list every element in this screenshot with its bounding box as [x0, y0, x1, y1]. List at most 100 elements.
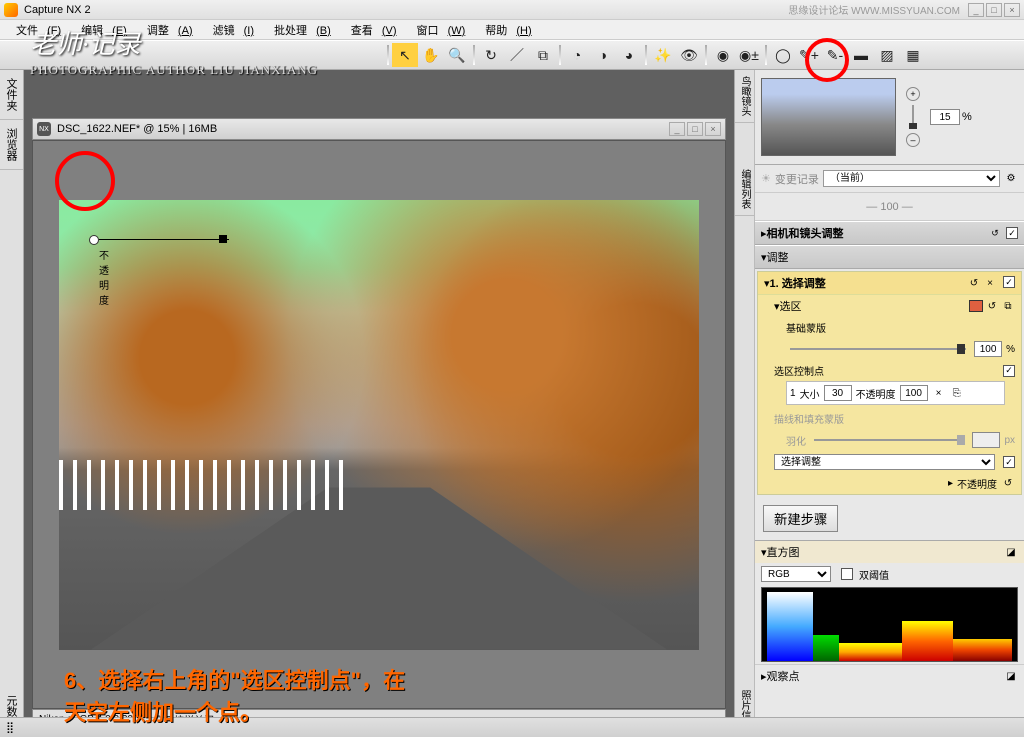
- feather-unit: px: [1004, 435, 1015, 446]
- tab-birdeye[interactable]: 鸟瞰镜头: [735, 70, 754, 123]
- histogram-mode-dropdown[interactable]: RGB: [761, 566, 831, 582]
- watchpoint-menu-icon[interactable]: ◪: [1004, 669, 1018, 683]
- basemask-row: 基础蒙版: [758, 317, 1021, 338]
- control-point-handle-icon[interactable]: [219, 235, 227, 243]
- window-minimize-button[interactable]: _: [968, 3, 984, 17]
- doc-maximize-button[interactable]: □: [687, 122, 703, 136]
- doc-minimize-button[interactable]: _: [669, 122, 685, 136]
- arrow-tool-icon[interactable]: ↖: [392, 43, 418, 67]
- lasso-tool-icon[interactable]: ◯: [770, 43, 796, 67]
- ctrlpoint-checkbox[interactable]: ✓: [1003, 365, 1015, 377]
- reset-icon[interactable]: ↺: [967, 276, 981, 290]
- tab-editlist[interactable]: 编辑列表: [735, 163, 754, 216]
- basemask-slider[interactable]: [790, 348, 966, 350]
- menu-view[interactable]: 查看 (V): [339, 20, 403, 40]
- basemask-value-input[interactable]: [974, 341, 1002, 357]
- link-icon[interactable]: ⧉: [1001, 299, 1015, 313]
- reset-icon[interactable]: ↺: [1001, 477, 1015, 491]
- delete-ctrlpoint-icon[interactable]: ×: [932, 386, 946, 400]
- brush-minus-tool-icon[interactable]: ✎-: [822, 43, 848, 67]
- menu-file[interactable]: 文件 (F): [4, 20, 67, 40]
- birdeye-panel: + – %: [755, 70, 1024, 165]
- adjust-section[interactable]: ▾ 调整: [755, 245, 1024, 269]
- zoom-slider[interactable]: [912, 105, 914, 129]
- doc-close-button[interactable]: ×: [705, 122, 721, 136]
- watermark: 思缘设计论坛 WWW.MISSYUAN.COM: [788, 2, 960, 17]
- step1-checkbox[interactable]: ✓: [1003, 276, 1015, 288]
- delete-step-icon[interactable]: ×: [983, 276, 997, 290]
- rotate-tool-icon[interactable]: ↻: [478, 43, 504, 67]
- new-step-button[interactable]: 新建步骤: [763, 505, 838, 532]
- window-close-button[interactable]: ×: [1004, 3, 1020, 17]
- doc-logo-icon: NX: [37, 122, 51, 136]
- gradient-tool-icon[interactable]: ▬: [848, 43, 874, 67]
- history-sun-icon: ☀: [761, 172, 771, 185]
- canvas[interactable]: 不透明度: [32, 140, 726, 709]
- size-label: 大小: [800, 386, 820, 401]
- menu-adjust[interactable]: 调整 (A): [135, 20, 199, 40]
- reset-icon[interactable]: ↺: [985, 299, 999, 313]
- history-dropdown[interactable]: （当前）: [823, 170, 1000, 187]
- watchpoint-label: 观察点: [767, 668, 800, 684]
- expand-icon[interactable]: ▸: [948, 478, 953, 489]
- thumbnail-preview[interactable]: [761, 78, 896, 156]
- tab-browser[interactable]: 浏览器: [0, 120, 23, 170]
- ctrlpoint-label: 选区控制点: [774, 363, 824, 378]
- crop-tool-icon[interactable]: ⧉: [530, 43, 556, 67]
- ctrlpoint-index: 1: [790, 388, 796, 399]
- reset-icon[interactable]: ↺: [988, 226, 1002, 240]
- color-swatch-icon[interactable]: [969, 300, 983, 312]
- color-controlpoint-tool-icon[interactable]: ◉: [710, 43, 736, 67]
- zoom-unit: %: [962, 111, 972, 123]
- zoom-tool-icon[interactable]: 🔍: [444, 43, 470, 67]
- control-point-slider[interactable]: [99, 239, 229, 240]
- canvas-area: NX DSC_1622.NEF* @ 15% | 16MB _ □ × 不透明度: [24, 70, 734, 737]
- control-point-center-icon[interactable]: [89, 235, 99, 245]
- menu-edit[interactable]: 编辑 (E): [69, 20, 133, 40]
- feather-slider: [814, 439, 964, 441]
- camera-lens-section[interactable]: ▸ 相机和镜头调整 ↺ ✓: [755, 221, 1024, 245]
- fill-tool-icon[interactable]: ▨: [874, 43, 900, 67]
- photo-preview: 不透明度: [59, 200, 699, 650]
- opacity-input[interactable]: [900, 385, 928, 401]
- whitepoint-tool-icon[interactable]: ◕: [616, 43, 642, 67]
- menu-help[interactable]: 帮助 (H): [473, 20, 537, 40]
- history-slider-label: — 100 —: [866, 201, 912, 213]
- tab-folders[interactable]: 文件夹: [0, 70, 23, 120]
- histogram-menu-icon[interactable]: ◪: [1004, 545, 1018, 559]
- step1-header[interactable]: ▾ 1. 选择调整 ↺ × ✓: [758, 272, 1021, 295]
- selection-controlpoint-tool-icon[interactable]: ◉±: [736, 43, 762, 67]
- camera-checkbox[interactable]: ✓: [1006, 227, 1018, 239]
- size-input[interactable]: [824, 385, 852, 401]
- zoom-out-button[interactable]: –: [906, 133, 920, 147]
- menu-batch[interactable]: 批处理 (B): [262, 20, 337, 40]
- zoom-value-input[interactable]: [930, 109, 960, 125]
- zoom-in-button[interactable]: +: [906, 87, 920, 101]
- right-panel: 鸟瞰镜头 编辑列表 照片信息 + – % ☀: [734, 70, 1024, 737]
- left-sidebar: 文件夹 浏览器 元数据: [0, 70, 24, 737]
- hand-tool-icon[interactable]: ✋: [418, 43, 444, 67]
- ctrlpoint-row: 选区控制点 ✓: [758, 360, 1021, 381]
- watchpoint-section[interactable]: ▸ 观察点 ◪: [755, 664, 1024, 687]
- neutralpoint-tool-icon[interactable]: ◑: [590, 43, 616, 67]
- straighten-tool-icon[interactable]: ／: [504, 43, 530, 67]
- brush-plus-tool-icon[interactable]: ✎+: [796, 43, 822, 67]
- select-adjust-dropdown[interactable]: 选择调整: [774, 454, 995, 470]
- histogram-header[interactable]: ▾ 直方图 ◪: [755, 541, 1024, 563]
- blackpoint-tool-icon[interactable]: ◔: [564, 43, 590, 67]
- menu-window[interactable]: 窗口 (W): [405, 20, 472, 40]
- window-maximize-button[interactable]: □: [986, 3, 1002, 17]
- document-title: DSC_1622.NEF* @ 15% | 16MB: [57, 123, 217, 135]
- selection-subheader[interactable]: ▾ 选区 ↺ ⧉: [758, 295, 1021, 317]
- seladj-checkbox[interactable]: ✓: [1003, 456, 1015, 468]
- autoretouch-tool-icon[interactable]: ✨: [650, 43, 676, 67]
- selection-label: 选区: [780, 298, 802, 314]
- history-gear-icon[interactable]: ⚙: [1004, 172, 1018, 186]
- dual-threshold-checkbox[interactable]: [841, 568, 853, 580]
- duplicate-ctrlpoint-icon[interactable]: ⎘: [950, 386, 964, 400]
- camera-lens-label: 相机和镜头调整: [767, 225, 844, 241]
- control-point-widget[interactable]: 不透明度: [89, 235, 99, 245]
- menu-filter[interactable]: 滤镜 (I): [201, 20, 260, 40]
- redeye-tool-icon[interactable]: 👁: [676, 43, 702, 67]
- remove-tool-icon[interactable]: ▦: [900, 43, 926, 67]
